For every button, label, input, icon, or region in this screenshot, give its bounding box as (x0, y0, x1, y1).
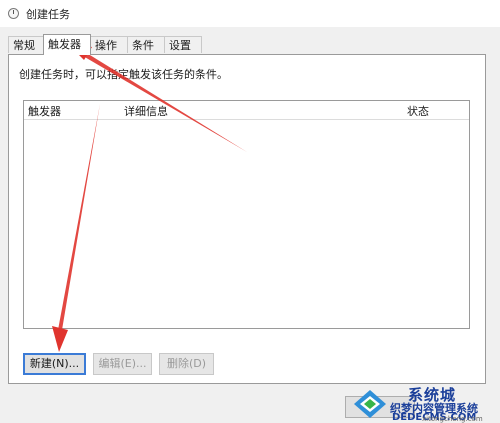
edit-trigger-button[interactable]: 编辑(E)... (93, 353, 152, 375)
new-trigger-button[interactable]: 新建(N)... (23, 353, 86, 375)
window-title: 创建任务 (26, 8, 70, 21)
list-header: 触发器 详细信息 状态 (24, 101, 469, 120)
delete-trigger-button[interactable]: 删除(D) (159, 353, 214, 375)
clock-icon (8, 8, 19, 19)
tab-triggers[interactable]: 触发器 (43, 34, 91, 55)
panel-description: 创建任务时，可以指定触发该任务的条件。 (19, 68, 228, 81)
column-header-trigger[interactable]: 触发器 (28, 103, 61, 119)
column-header-status[interactable]: 状态 (407, 103, 429, 119)
tab-general[interactable]: 常规 (8, 36, 44, 53)
windows-logo-icon (354, 390, 386, 418)
tab-settings[interactable]: 设置 (164, 36, 202, 53)
column-header-details[interactable]: 详细信息 (124, 103, 168, 119)
triggers-panel: 创建任务时，可以指定触发该任务的条件。 触发器 详细信息 状态 新建(N)...… (8, 54, 486, 384)
tab-actions[interactable]: 操作 (90, 36, 128, 53)
trigger-list[interactable]: 触发器 详细信息 状态 (23, 100, 470, 329)
watermark: 系统城 织梦内容管理系统 DEDECMS.COM xitongcheng.com (350, 384, 500, 423)
title-bar: 创建任务 (0, 0, 500, 27)
tab-conditions[interactable]: 条件 (127, 36, 165, 53)
